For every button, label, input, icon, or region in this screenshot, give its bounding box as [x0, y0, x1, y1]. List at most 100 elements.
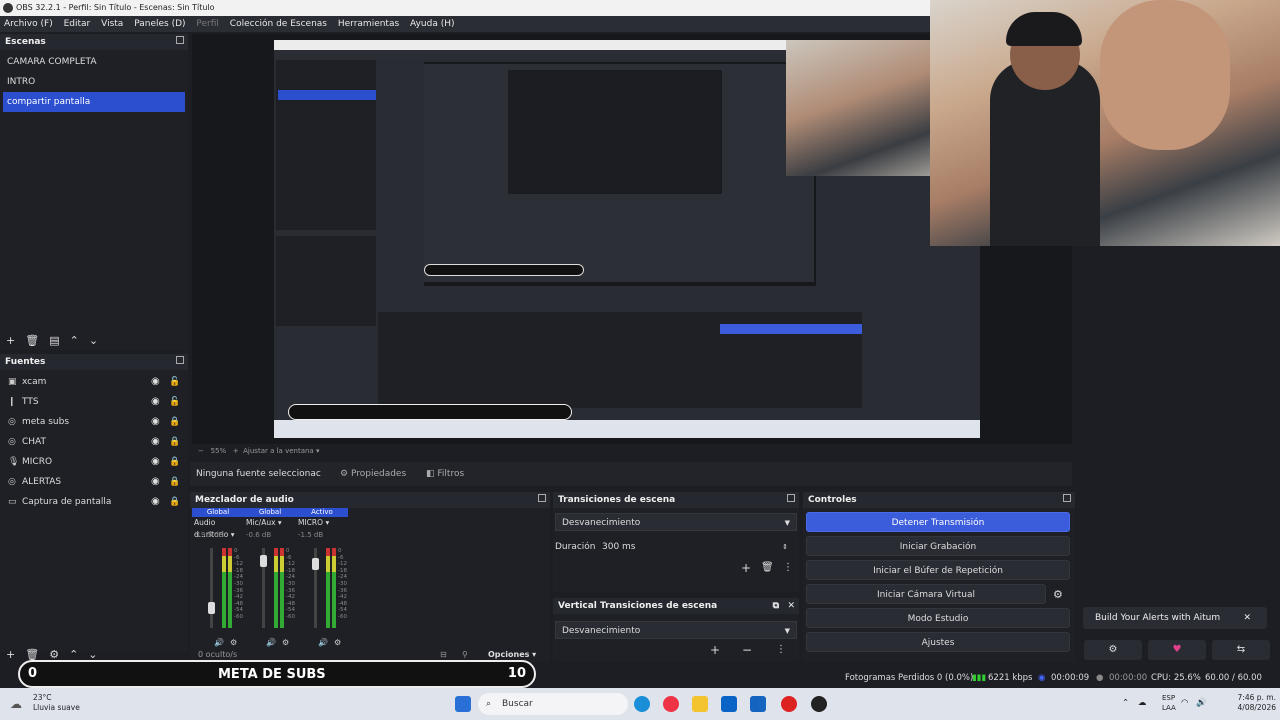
taskbar-search[interactable]: ⌕ Buscar: [478, 693, 628, 715]
source-item[interactable]: ▣ xcam ◉ 🔓: [0, 372, 188, 392]
settings-button[interactable]: Ajustes: [806, 632, 1070, 652]
visibility-icon[interactable]: ◉: [151, 412, 160, 432]
move-down-icon[interactable]: ⌄: [88, 648, 97, 661]
cloud-icon[interactable]: ☁: [1138, 698, 1147, 708]
studio-mode-button[interactable]: Modo Estudio: [806, 608, 1070, 628]
lock-icon[interactable]: 🔒: [169, 432, 180, 452]
scene-item[interactable]: CAMARA COMPLETA: [0, 52, 188, 72]
channel-name[interactable]: Mic/Aux ▾: [244, 517, 296, 529]
visibility-icon[interactable]: ◉: [151, 452, 160, 472]
channel-name[interactable]: Audio d...ritorio ▾: [192, 517, 244, 539]
chevron-down-icon[interactable]: ▾: [231, 530, 235, 539]
undock-icon[interactable]: [176, 356, 184, 364]
store-icon[interactable]: [721, 696, 737, 712]
visibility-icon[interactable]: ◉: [151, 432, 160, 452]
more-icon[interactable]: ⋮: [783, 562, 793, 573]
menu-herramientas[interactable]: Herramientas: [338, 19, 399, 29]
move-down-icon[interactable]: ⌄: [89, 334, 98, 347]
lock-icon[interactable]: 🔓: [169, 392, 180, 412]
undock-icon[interactable]: [787, 494, 795, 502]
aitum-banner[interactable]: Build Your Alerts with Aitum ✕: [1083, 607, 1267, 629]
zoom-out-icon[interactable]: −: [198, 447, 204, 455]
lock-icon[interactable]: 🔒: [169, 412, 180, 432]
close-icon[interactable]: ✕: [787, 598, 795, 614]
scene-item[interactable]: INTRO: [0, 72, 188, 92]
properties-button[interactable]: ⚙ Propiedades: [340, 462, 406, 486]
volume-knob[interactable]: [260, 554, 267, 567]
start-virtual-camera-button[interactable]: Iniciar Cámara Virtual: [806, 584, 1046, 604]
lock-icon[interactable]: 🔒: [169, 452, 180, 472]
edge-icon[interactable]: [634, 696, 650, 712]
close-icon[interactable]: ✕: [1243, 607, 1251, 629]
source-item[interactable]: ◎ ALERTAS ◉ 🔒: [0, 472, 188, 492]
undock-icon[interactable]: [176, 36, 184, 44]
source-item[interactable]: ◎ meta subs ◉ 🔒: [0, 412, 188, 432]
source-item[interactable]: ❙ TTS ◉ 🔓: [0, 392, 188, 412]
volume-knob[interactable]: [208, 602, 215, 615]
volume-knob[interactable]: [312, 558, 319, 571]
obs-icon[interactable]: [811, 696, 827, 712]
outlook-icon[interactable]: [750, 696, 766, 712]
chrome-icon[interactable]: [663, 696, 679, 712]
gear-icon[interactable]: ⚙: [1084, 640, 1142, 660]
menu-ayuda[interactable]: Ayuda (H): [410, 19, 454, 29]
trash-icon[interactable]: 🗑: [25, 334, 39, 347]
channel-settings-icon[interactable]: ⚙: [282, 638, 289, 647]
spinner-icon[interactable]: ⇕: [782, 538, 788, 556]
lock-icon[interactable]: 🔓: [169, 372, 180, 392]
transition-select[interactable]: Desvanecimiento ▼: [555, 513, 797, 531]
share-icon[interactable]: ⇆: [1212, 640, 1270, 660]
source-item[interactable]: ▭ Captura de pantalla ◉ 🔒: [0, 492, 188, 512]
menu-editar[interactable]: Editar: [64, 19, 91, 29]
wifi-icon[interactable]: ◠: [1181, 698, 1188, 708]
duration-input[interactable]: 300 ms ⇕: [595, 537, 795, 555]
menu-archivo[interactable]: Archivo (F): [4, 19, 53, 29]
scene-item-selected[interactable]: compartir pantalla: [3, 92, 185, 112]
trash-icon[interactable]: 🗑: [761, 562, 774, 573]
weather-widget[interactable]: 23°C Lluvia suave: [33, 693, 80, 713]
remove-icon[interactable]: −: [742, 643, 752, 657]
menu-perfil[interactable]: Perfil: [196, 19, 219, 29]
move-up-icon[interactable]: ⌃: [69, 648, 78, 661]
source-item[interactable]: 🎙 MICRO ◉ 🔒: [0, 452, 188, 472]
zoom-in-icon[interactable]: +: [233, 447, 239, 455]
visibility-icon[interactable]: ◉: [151, 392, 160, 412]
chevron-down-icon[interactable]: ▾: [316, 447, 320, 455]
trash-icon[interactable]: 🗑: [25, 648, 39, 661]
mute-icon[interactable]: 🔊: [318, 638, 328, 647]
chevron-down-icon[interactable]: ▾: [278, 518, 282, 527]
chevron-up-icon[interactable]: ⌃: [1122, 698, 1129, 708]
windows-start-icon[interactable]: [455, 696, 471, 712]
stop-streaming-button[interactable]: Detener Transmisión: [806, 512, 1070, 532]
add-icon[interactable]: +: [741, 561, 751, 575]
heart-icon[interactable]: ♥: [1148, 640, 1206, 660]
more-icon[interactable]: ⋮: [776, 644, 786, 655]
add-icon[interactable]: +: [6, 648, 15, 661]
source-item[interactable]: ◎ CHAT ◉ 🔒: [0, 432, 188, 452]
volume-icon[interactable]: 🔊: [1196, 698, 1207, 708]
visibility-icon[interactable]: ◉: [151, 472, 160, 492]
menu-coleccion[interactable]: Colección de Escenas: [230, 19, 327, 29]
menu-vista[interactable]: Vista: [101, 19, 123, 29]
lock-icon[interactable]: 🔒: [169, 492, 180, 512]
visibility-icon[interactable]: ◉: [151, 492, 160, 512]
filter-icon[interactable]: ▤: [49, 334, 59, 347]
language-indicator[interactable]: ESP LAA: [1162, 693, 1176, 713]
channel-name[interactable]: MICRO ▾: [296, 517, 348, 529]
add-icon[interactable]: +: [710, 643, 720, 657]
vtransition-select[interactable]: Desvanecimiento ▼: [555, 621, 797, 639]
start-replay-buffer-button[interactable]: Iniciar el Búfer de Repetición: [806, 560, 1070, 580]
channel-settings-icon[interactable]: ⚙: [230, 638, 237, 647]
zoom-fit[interactable]: Ajustar a la ventana: [243, 447, 314, 455]
filters-button[interactable]: ◧ Filtros: [426, 462, 464, 486]
undock-icon[interactable]: [1063, 494, 1071, 502]
menu-paneles[interactable]: Paneles (D): [134, 19, 185, 29]
mute-icon[interactable]: 🔊: [266, 638, 276, 647]
volume-slider[interactable]: [210, 548, 213, 628]
visibility-icon[interactable]: ◉: [151, 372, 160, 392]
mute-icon[interactable]: 🔊: [214, 638, 224, 647]
undock-icon[interactable]: ⧉: [773, 598, 779, 614]
chevron-down-icon[interactable]: ▾: [325, 518, 329, 527]
add-icon[interactable]: +: [6, 334, 15, 347]
opera-icon[interactable]: [781, 696, 797, 712]
